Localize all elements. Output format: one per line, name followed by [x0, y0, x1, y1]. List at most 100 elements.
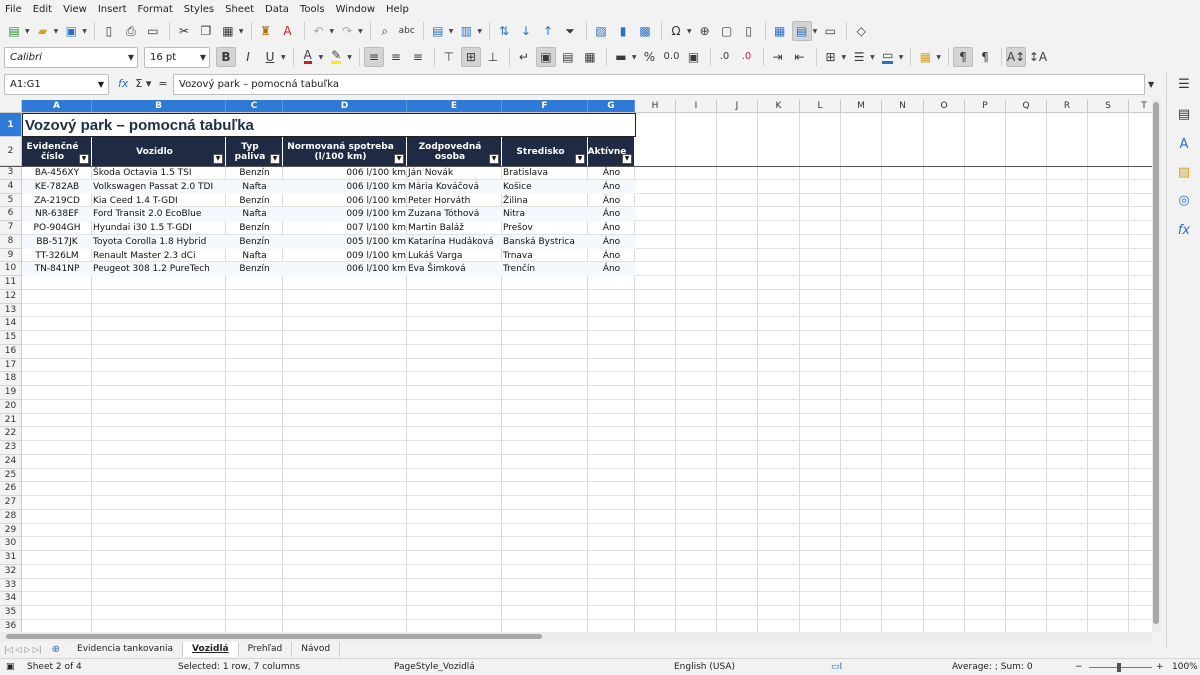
- zoom-out-icon[interactable]: −: [1075, 662, 1083, 672]
- table-cell[interactable]: BA-456XY: [22, 166, 92, 180]
- insert-image-icon[interactable]: ▨: [591, 21, 611, 41]
- spelling-icon[interactable]: abc: [397, 21, 417, 41]
- table-cell[interactable]: Zuzana Tóthová: [407, 207, 502, 221]
- sort-icon[interactable]: ⇅: [494, 21, 514, 41]
- column-header-q[interactable]: Q: [1006, 100, 1047, 113]
- row-header-25[interactable]: 25: [0, 468, 22, 483]
- row-header-35[interactable]: 35: [0, 606, 22, 620]
- menu-format[interactable]: Format: [138, 4, 173, 15]
- table-header-cell[interactable]: Normovaná spotreba (l/100 km) ▼: [283, 137, 407, 166]
- undo-icon[interactable]: ↶: [309, 21, 329, 41]
- align-left-icon[interactable]: ≡: [363, 47, 384, 67]
- row-header-12[interactable]: 12: [0, 289, 22, 304]
- table-cell[interactable]: 006 l/100 km: [283, 180, 407, 194]
- text-direction-icon[interactable]: A↕: [1006, 47, 1026, 67]
- number-format-icon[interactable]: 0.0: [662, 47, 682, 67]
- add-decimal-icon[interactable]: .0: [715, 47, 735, 67]
- row-header-30[interactable]: 30: [0, 537, 22, 551]
- italic-icon[interactable]: I: [238, 47, 258, 67]
- table-cell[interactable]: Eva Šimková: [407, 262, 502, 276]
- autofilter-dropdown-icon[interactable]: ▼: [622, 154, 632, 164]
- table-cell[interactable]: Žilina: [502, 194, 588, 208]
- autofilter-dropdown-icon[interactable]: ▼: [213, 154, 223, 164]
- table-cell[interactable]: Áno: [588, 180, 635, 194]
- doc-modified-icon[interactable]: ▣: [6, 662, 15, 672]
- column-header-l[interactable]: L: [800, 100, 841, 113]
- row-header-32[interactable]: 32: [0, 564, 22, 579]
- table-cell[interactable]: Bratislava: [502, 166, 588, 180]
- currency-dropdown-icon[interactable]: ▼: [632, 54, 637, 61]
- row-header-8[interactable]: 8: [0, 234, 22, 249]
- column-dropdown-icon[interactable]: ▼: [477, 28, 482, 35]
- sidebar-menu-icon[interactable]: ☰: [1175, 76, 1193, 94]
- align-top-icon[interactable]: ⊤: [439, 47, 459, 67]
- table-cell[interactable]: BB-517JK: [22, 235, 92, 249]
- row-header-20[interactable]: 20: [0, 399, 22, 414]
- open-dropdown-icon[interactable]: ▼: [54, 28, 59, 35]
- vertical-scrollbar[interactable]: [1152, 100, 1161, 632]
- column-header-c[interactable]: C: [226, 100, 283, 113]
- tab-nav-first-icon[interactable]: |◁ ◁ ▷ ▷|: [4, 645, 42, 654]
- table-cell[interactable]: Toyota Corolla 1.8 Hybrid: [92, 235, 226, 249]
- align-center-icon[interactable]: ≡: [386, 47, 406, 67]
- left-to-right-icon[interactable]: ¶: [953, 47, 973, 67]
- row-header-33[interactable]: 33: [0, 578, 22, 593]
- autofilter-dropdown-icon[interactable]: ▼: [270, 154, 280, 164]
- currency-format-icon[interactable]: ▬: [611, 47, 631, 67]
- menu-window[interactable]: Window: [336, 4, 375, 15]
- autofilter-dropdown-icon[interactable]: ▼: [489, 154, 499, 164]
- table-cell[interactable]: Áno: [588, 249, 635, 263]
- highlight-color-icon[interactable]: ✎: [326, 47, 346, 67]
- row-header-24[interactable]: 24: [0, 454, 22, 469]
- properties-icon[interactable]: ▤: [1175, 106, 1193, 124]
- formula-icon[interactable]: =: [158, 77, 167, 90]
- font-name-dropdown-icon[interactable]: ▼: [128, 53, 134, 62]
- table-cell[interactable]: KE-782AB: [22, 180, 92, 194]
- row-header-5[interactable]: 5: [0, 193, 22, 208]
- table-cell[interactable]: Nafta: [226, 180, 283, 194]
- header-footer-icon[interactable]: ▯: [739, 21, 759, 41]
- font-color-dropdown-icon[interactable]: ▼: [319, 54, 324, 61]
- gallery-icon[interactable]: ▨: [1175, 164, 1193, 182]
- print-icon[interactable]: ⎙: [121, 21, 141, 41]
- undo-dropdown-icon[interactable]: ▼: [330, 28, 335, 35]
- table-cell[interactable]: Benzín: [226, 166, 283, 180]
- row-header-11[interactable]: 11: [0, 276, 22, 290]
- paste-dropdown-icon[interactable]: ▼: [239, 28, 244, 35]
- table-header-cell[interactable]: Vozidlo ▼: [92, 137, 226, 166]
- table-header-cell[interactable]: Zodpovedná osoba ▼: [407, 137, 502, 166]
- row-header-15[interactable]: 15: [0, 331, 22, 345]
- align-right-icon[interactable]: ≡: [408, 47, 428, 67]
- right-to-left-icon[interactable]: ¶: [975, 47, 995, 67]
- row-header-7[interactable]: 7: [0, 221, 22, 235]
- table-cell[interactable]: 007 l/100 km: [283, 221, 407, 235]
- underline-dropdown-icon[interactable]: ▼: [281, 54, 286, 61]
- table-cell[interactable]: Benzín: [226, 235, 283, 249]
- row-header-18[interactable]: 18: [0, 372, 22, 386]
- row-header-22[interactable]: 22: [0, 427, 22, 441]
- align-middle-icon[interactable]: ⊞: [460, 47, 481, 67]
- menu-file[interactable]: File: [5, 4, 22, 15]
- borders-dropdown-icon[interactable]: ▼: [842, 54, 847, 61]
- clear-formatting-icon[interactable]: A: [278, 21, 298, 41]
- border-color-icon[interactable]: ▭: [878, 47, 898, 67]
- special-character-icon[interactable]: Ω: [666, 21, 686, 41]
- sum-icon[interactable]: Σ ▾: [135, 77, 151, 90]
- row-header-2[interactable]: 2: [0, 137, 22, 166]
- table-header-cell[interactable]: Typ paliva ▼: [226, 137, 283, 166]
- cut-icon[interactable]: ✂: [174, 21, 194, 41]
- column-header-f[interactable]: F: [502, 100, 588, 113]
- wrap-text-icon[interactable]: ↵: [514, 47, 534, 67]
- table-cell[interactable]: Renault Master 2.3 dCi: [92, 249, 226, 263]
- show-draw-functions-icon[interactable]: ◇: [851, 21, 871, 41]
- new-document-icon[interactable]: ▤: [4, 21, 24, 41]
- autofilter-dropdown-icon[interactable]: ▼: [394, 154, 404, 164]
- row-header-29[interactable]: 29: [0, 523, 22, 538]
- table-cell[interactable]: 006 l/100 km: [283, 194, 407, 208]
- insert-chart-icon[interactable]: ▮: [613, 21, 633, 41]
- conditional-dropdown-icon[interactable]: ▼: [936, 54, 941, 61]
- special-character-dropdown-icon[interactable]: ▼: [687, 28, 692, 35]
- column-header-a[interactable]: A: [22, 100, 92, 113]
- percent-format-icon[interactable]: %: [640, 47, 660, 67]
- column-header-p[interactable]: P: [965, 100, 1006, 113]
